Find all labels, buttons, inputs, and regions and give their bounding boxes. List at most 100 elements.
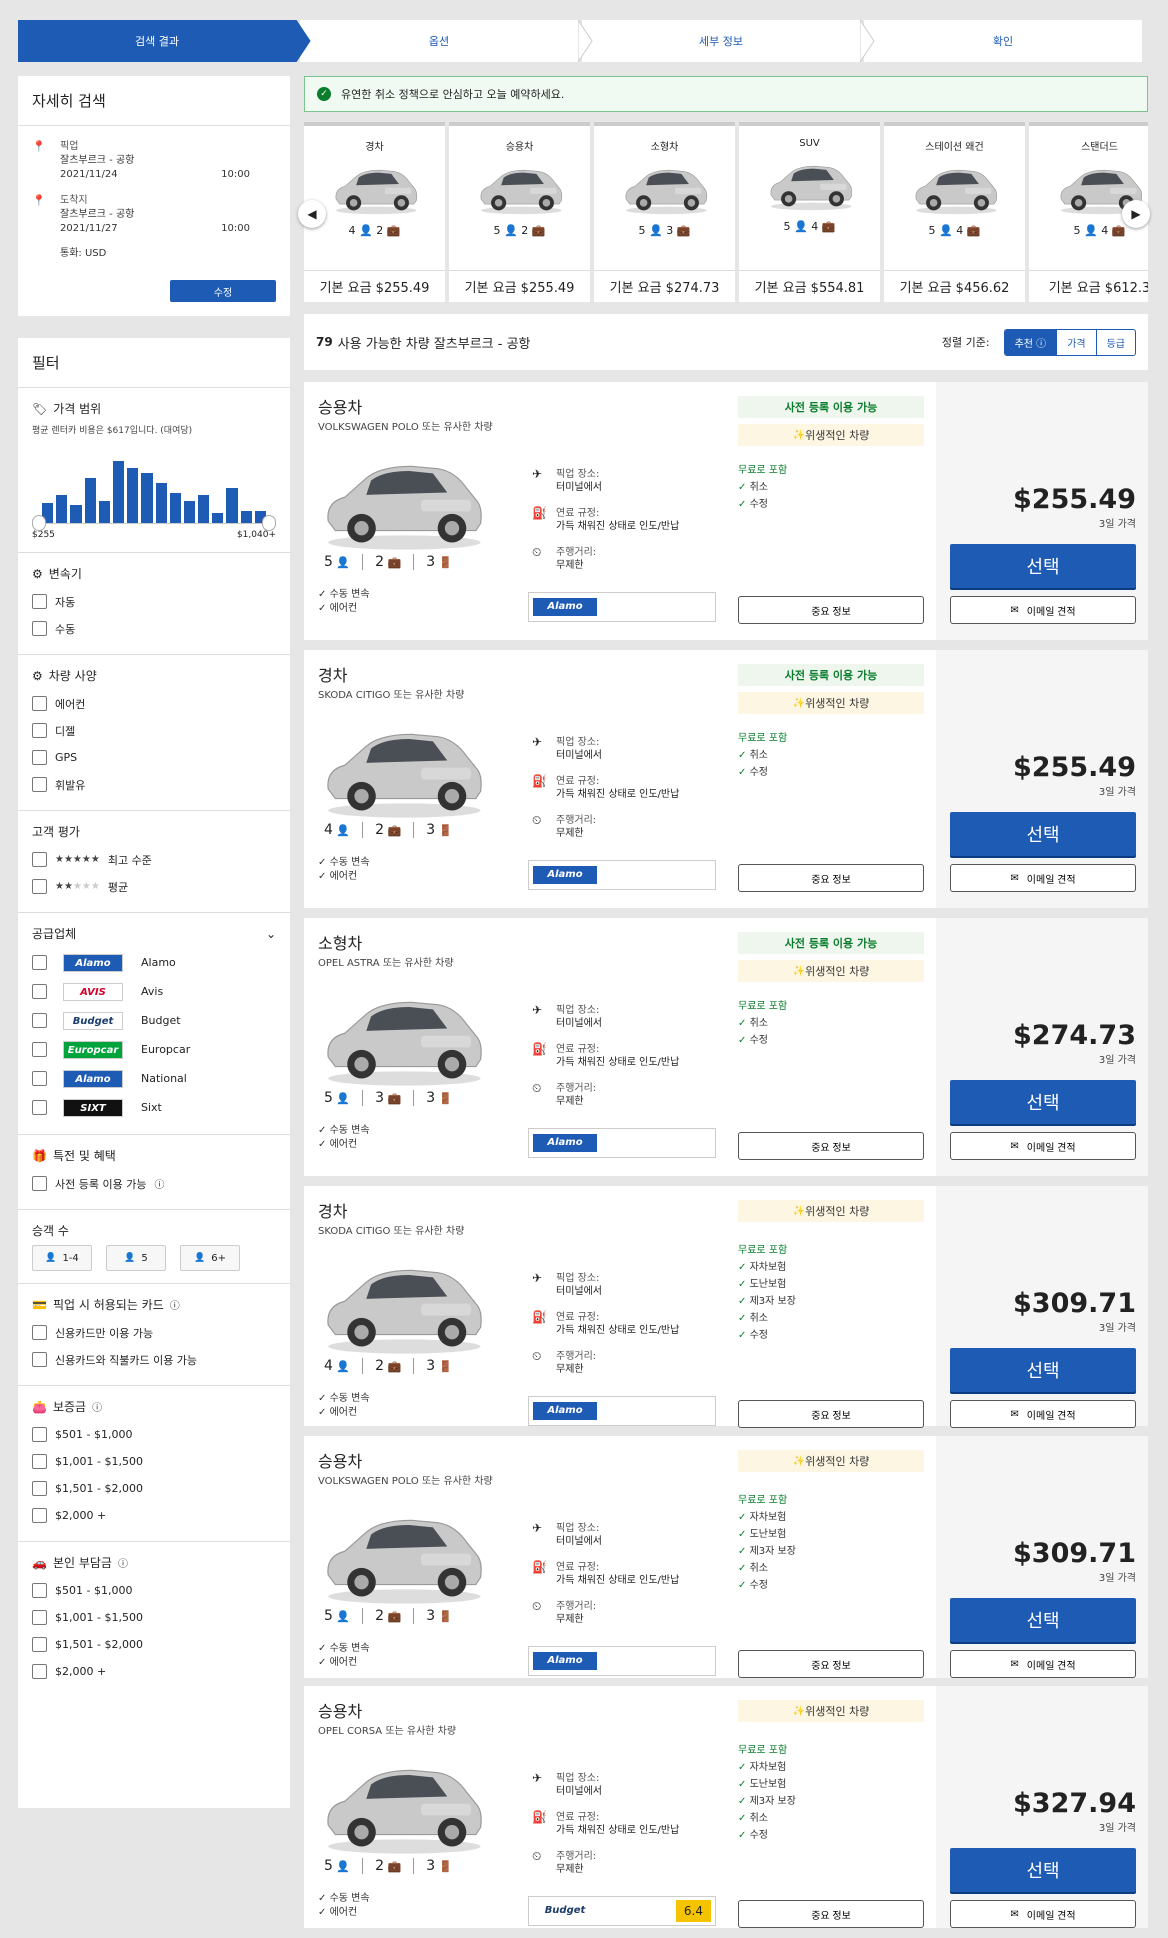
rating-top-option[interactable]: ★★★★★ 최고 수준 — [32, 846, 276, 873]
checkbox[interactable] — [32, 1481, 47, 1496]
step-3[interactable]: 세부 정보 — [582, 20, 875, 62]
info-icon[interactable]: ⓘ — [92, 1399, 102, 1414]
select-button[interactable]: 선택 — [950, 1080, 1136, 1124]
supplier-option[interactable]: Budget Budget — [32, 1006, 276, 1035]
checkbox[interactable] — [32, 879, 47, 894]
email-quote-button[interactable]: ✉ 이메일 견적 — [950, 596, 1136, 624]
select-button[interactable]: 선택 — [950, 1598, 1136, 1642]
checkbox[interactable] — [32, 1100, 47, 1115]
checkbox[interactable] — [32, 696, 47, 711]
category-tile[interactable]: 스테이션 왜건 5 👤 4 💼 기본 요금 $456.62 — [884, 122, 1025, 302]
email-quote-button[interactable]: ✉ 이메일 견적 — [950, 1900, 1136, 1928]
card-option[interactable]: 신용카드와 직불카드 이용 가능 — [32, 1346, 276, 1373]
passenger-button[interactable]: 👤 6+ — [180, 1245, 240, 1271]
deposit-option[interactable]: $1,501 - $2,000 — [32, 1475, 276, 1502]
rating-avg-option[interactable]: ★★★★★ 평균 — [32, 873, 276, 900]
passenger-button[interactable]: 👤 1-4 — [32, 1245, 92, 1271]
edit-search-button[interactable]: 수정 — [170, 280, 276, 302]
carousel-prev-arrow-icon[interactable]: ◀ — [298, 200, 326, 228]
checkbox[interactable] — [32, 621, 47, 636]
price-histogram[interactable] — [32, 444, 276, 531]
step-4[interactable]: 확인 — [864, 20, 1142, 62]
transmission-option[interactable]: 자동 — [32, 588, 276, 615]
supplier-option[interactable]: AVIS Avis — [32, 977, 276, 1006]
step-2[interactable]: 옵션 — [300, 20, 593, 62]
category-tile[interactable]: 소형차 5 👤 3 💼 기본 요금 $274.73 — [594, 122, 735, 302]
sort-option[interactable]: 등급 — [1095, 329, 1135, 355]
deposit-option[interactable]: $501 - $1,000 — [32, 1421, 276, 1448]
excess-option[interactable]: $501 - $1,000 — [32, 1577, 276, 1604]
checkbox[interactable] — [32, 1325, 47, 1340]
email-quote-button[interactable]: ✉ 이메일 견적 — [950, 1400, 1136, 1428]
important-info-button[interactable]: 중요 정보 — [738, 1132, 924, 1160]
supplier-option[interactable]: Alamo Alamo — [32, 948, 276, 977]
select-button[interactable]: 선택 — [950, 1348, 1136, 1392]
feature-option-label: 휘발유 — [55, 778, 86, 792]
checkbox[interactable] — [32, 1610, 47, 1625]
important-info-button[interactable]: 중요 정보 — [738, 1400, 924, 1428]
info-icon[interactable]: ⓘ — [154, 1176, 164, 1191]
excess-option[interactable]: $2,000 + — [32, 1658, 276, 1685]
feature-option[interactable]: 디젤 — [32, 717, 276, 744]
category-tile[interactable]: SUV 5 👤 4 💼 기본 요금 $554.81 — [739, 122, 880, 302]
feature-option[interactable]: 에어컨 — [32, 690, 276, 717]
feature-option[interactable]: GPS — [32, 744, 276, 771]
info-icon[interactable]: ⓘ — [1033, 339, 1046, 350]
important-info-button[interactable]: 중요 정보 — [738, 1900, 924, 1928]
checkbox[interactable] — [32, 594, 47, 609]
info-icon[interactable]: ⓘ — [118, 1555, 128, 1570]
checkbox[interactable] — [32, 1042, 47, 1057]
checkbox[interactable] — [32, 1583, 47, 1598]
category-tile[interactable]: 승용차 5 👤 2 💼 기본 요금 $255.49 — [449, 122, 590, 302]
checkbox[interactable] — [32, 1454, 47, 1469]
checkbox[interactable] — [32, 1352, 47, 1367]
transmission-option[interactable]: 수동 — [32, 615, 276, 642]
email-quote-button[interactable]: ✉ 이메일 견적 — [950, 1650, 1136, 1678]
range-max-handle[interactable] — [262, 515, 276, 531]
precheck-option[interactable]: 사전 등록 이용 가능 ⓘ — [32, 1170, 276, 1197]
select-button[interactable]: 선택 — [950, 812, 1136, 856]
checkbox[interactable] — [32, 1013, 47, 1028]
select-button[interactable]: 선택 — [950, 544, 1136, 588]
checkbox[interactable] — [32, 1637, 47, 1652]
range-min-handle[interactable] — [32, 515, 46, 531]
select-button[interactable]: 선택 — [950, 1848, 1136, 1892]
checkbox[interactable] — [32, 852, 47, 867]
checkbox[interactable] — [32, 723, 47, 738]
deposit-option[interactable]: $1,001 - $1,500 — [32, 1448, 276, 1475]
supplier-option[interactable]: SIXT Sixt — [32, 1093, 276, 1122]
important-info-button[interactable]: 중요 정보 — [738, 596, 924, 624]
supplier-option[interactable]: Europcar Europcar — [32, 1035, 276, 1064]
checkbox[interactable] — [32, 777, 47, 792]
clean-car-tag: ✨ 위생적인 차량 — [738, 1700, 924, 1722]
checkbox[interactable] — [32, 1508, 47, 1523]
excess-option[interactable]: $1,501 - $2,000 — [32, 1631, 276, 1658]
checkbox[interactable] — [32, 1071, 47, 1086]
feature-label: 수동 변속 — [329, 1893, 370, 1904]
sort-option[interactable]: 추천 ⓘ — [1004, 329, 1057, 355]
carousel-next-arrow-icon[interactable]: ▶ — [1122, 200, 1150, 228]
checkbox[interactable] — [32, 1664, 47, 1679]
check-icon: ✓ — [318, 1393, 330, 1404]
checkbox[interactable] — [32, 1427, 47, 1442]
email-quote-button[interactable]: ✉ 이메일 견적 — [950, 864, 1136, 892]
checkbox[interactable] — [32, 750, 47, 765]
checkbox[interactable] — [32, 955, 47, 970]
important-info-button[interactable]: 중요 정보 — [738, 864, 924, 892]
feature-option[interactable]: 휘발유 — [32, 771, 276, 798]
histogram-bar — [155, 483, 167, 523]
info-icon[interactable]: ⓘ — [170, 1297, 180, 1312]
excess-option[interactable]: $1,001 - $1,500 — [32, 1604, 276, 1631]
checkbox[interactable] — [32, 1176, 47, 1191]
important-info-button[interactable]: 중요 정보 — [738, 1650, 924, 1678]
passenger-button[interactable]: 👤 5 — [106, 1245, 166, 1271]
supplier-option[interactable]: Alamo National — [32, 1064, 276, 1093]
door-spec: 3 🚪 — [414, 1358, 464, 1374]
card-option[interactable]: 신용카드만 이용 가능 — [32, 1319, 276, 1346]
sort-option[interactable]: 가격 — [1056, 329, 1095, 355]
checkbox[interactable] — [32, 984, 47, 999]
currency: 통화: USD — [60, 248, 107, 259]
email-quote-button[interactable]: ✉ 이메일 견적 — [950, 1132, 1136, 1160]
chevron-down-icon[interactable]: ⌄ — [266, 927, 276, 941]
deposit-option[interactable]: $2,000 + — [32, 1502, 276, 1529]
